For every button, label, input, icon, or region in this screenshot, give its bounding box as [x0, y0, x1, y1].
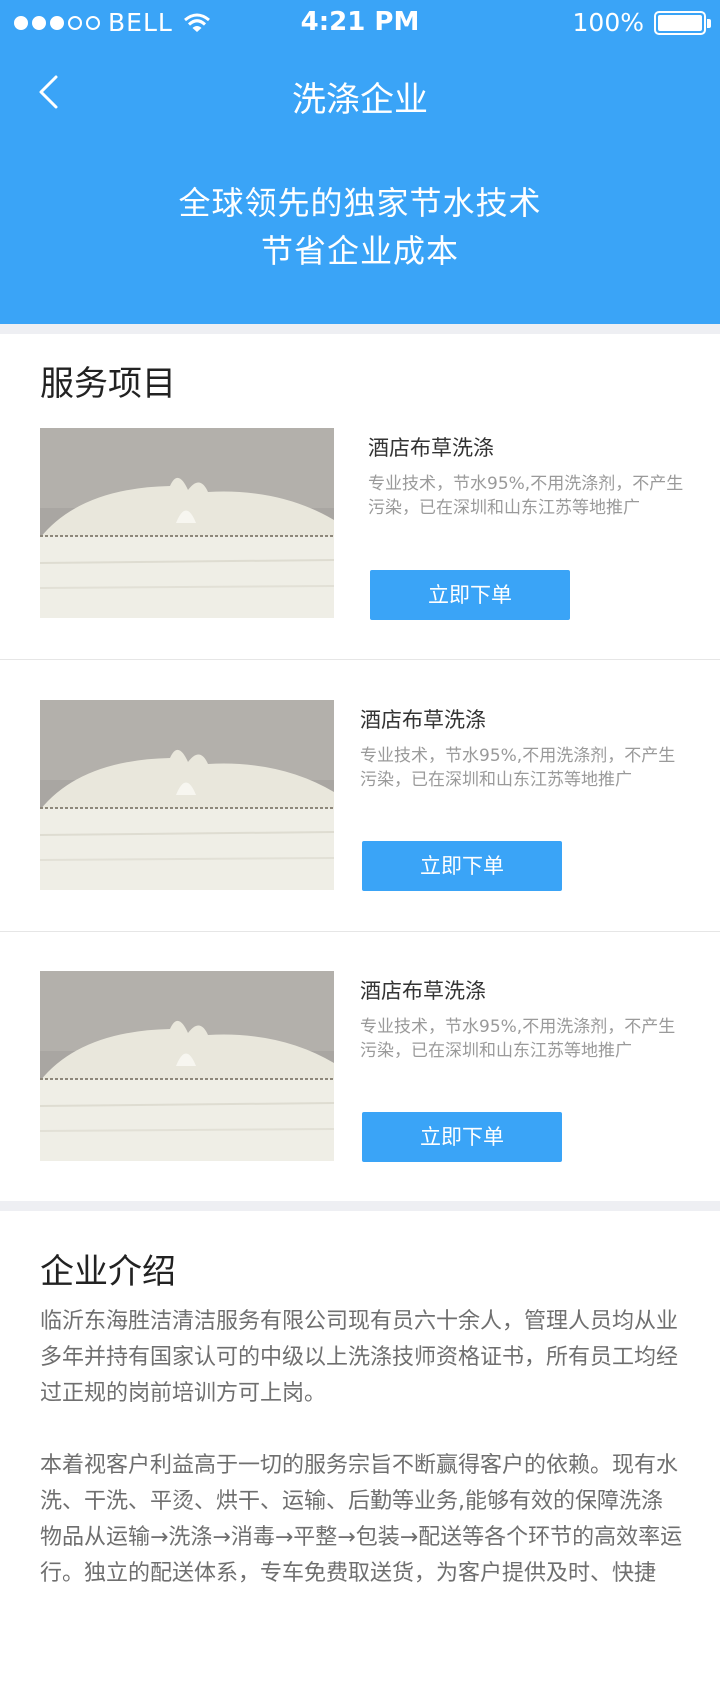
linen-image: [40, 700, 334, 890]
hero-slogan-line1: 全球领先的独家节水技术: [178, 184, 542, 222]
service-name: 酒店布草洗涤: [360, 979, 486, 1003]
order-now-button[interactable]: 立即下单: [362, 1112, 562, 1162]
status-right: 100%: [572, 8, 711, 37]
service-card: 酒店布草洗涤 专业技术，节水95%,不用洗涤剂，不产生污染，已在深圳和山东江苏等…: [0, 700, 720, 970]
linen-image: [40, 428, 334, 618]
services-title: 服务项目: [40, 364, 176, 404]
order-now-button[interactable]: 立即下单: [370, 570, 570, 620]
hero-slogan-line2: 节省企业成本: [260, 232, 459, 270]
service-name: 酒店布草洗涤: [360, 708, 486, 732]
service-description: 专业技术，节水95%,不用洗涤剂，不产生污染，已在深圳和山东江苏等地推广: [360, 1017, 676, 1061]
intro-paragraph: 临沂东海胜洁清洁服务有限公司现有员六十余人，管理人员均从业多年并持有国家认可的中…: [40, 1309, 679, 1406]
battery-percent: 100%: [572, 8, 644, 37]
header: BELL 4:21 PM 100% 洗涤企业 全球领先的独家节水技术 节省企业成…: [0, 0, 720, 324]
battery-icon: [654, 10, 711, 35]
page-title: 洗涤企业: [292, 80, 428, 120]
linen-image: [40, 971, 334, 1161]
service-name: 酒店布草洗涤: [368, 436, 494, 460]
section-divider: [0, 324, 720, 334]
intro-paragraph: 本着视客户利益高于一切的服务宗旨不断赢得客户的依赖。现有水洗、干洗、平烫、烘干、…: [40, 1453, 683, 1586]
status-bar: BELL 4:21 PM 100%: [0, 0, 720, 46]
intro-title: 企业介绍: [40, 1252, 176, 1292]
service-description: 专业技术，节水95%,不用洗涤剂，不产生污染，已在深圳和山东江苏等地推广: [360, 746, 676, 790]
section-divider: [0, 1201, 720, 1211]
service-card: 酒店布草洗涤 专业技术，节水95%,不用洗涤剂，不产生污染，已在深圳和山东江苏等…: [0, 428, 720, 698]
row-separator: [0, 659, 720, 660]
row-separator: [0, 931, 720, 932]
order-now-button[interactable]: 立即下单: [362, 841, 562, 891]
service-description: 专业技术，节水95%,不用洗涤剂，不产生污染，已在深圳和山东江苏等地推广: [368, 474, 684, 518]
